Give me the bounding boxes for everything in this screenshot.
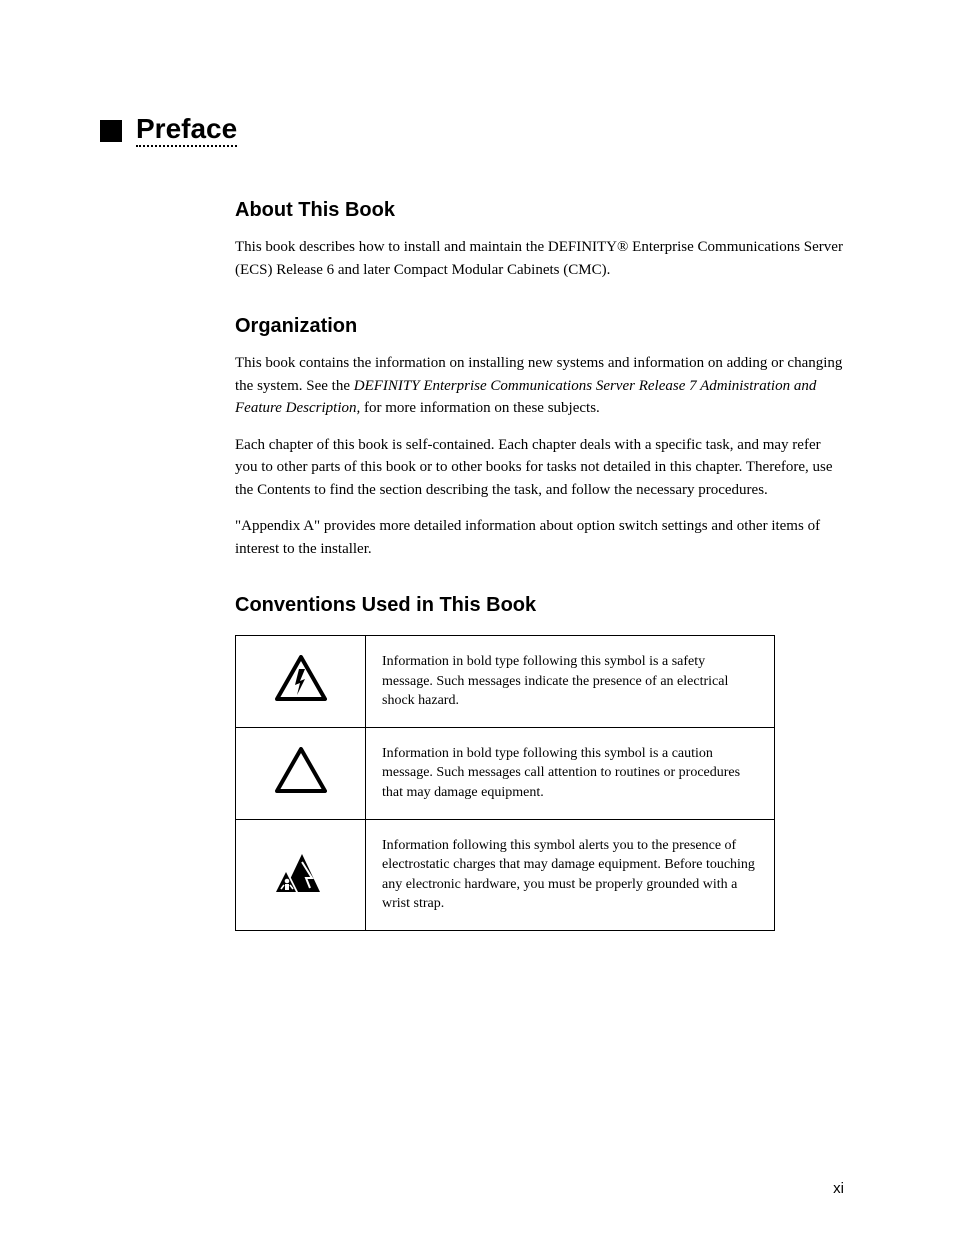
caution-triangle-icon (275, 747, 327, 800)
icon-cell-caution (236, 727, 366, 819)
about-paragraph: This book describes how to install and m… (235, 236, 844, 281)
org-paragraph-2: Each chapter of this book is self-contai… (235, 434, 844, 502)
conventions-table: Information in bold type following this … (235, 635, 775, 931)
org-p1-post: for more information on these subjects. (364, 400, 600, 416)
table-row: Information following this symbol alerts… (236, 819, 775, 930)
org-p2-link: Contents (257, 482, 310, 498)
table-row: Information in bold type following this … (236, 636, 775, 728)
heading-organization: Organization (235, 315, 844, 338)
org-paragraph-1: This book contains the information on in… (235, 352, 844, 420)
about-body: This book describes how to install and m… (235, 236, 844, 281)
page-number: xi (833, 1180, 844, 1197)
header-bullet-square (100, 120, 122, 142)
heading-about: About This Book (235, 199, 844, 222)
section-conventions: Conventions Used in This Book Informatio… (235, 594, 844, 931)
text-cell-caution: Information in bold type following this … (366, 727, 775, 819)
electrical-shock-icon (275, 655, 327, 708)
esd-icon (272, 848, 330, 901)
icon-cell-shock (236, 636, 366, 728)
table-row: Information in bold type following this … (236, 727, 775, 819)
page-title: Preface (136, 115, 237, 147)
organization-body: This book contains the information on in… (235, 352, 844, 560)
section-organization: Organization This book contains the info… (235, 315, 844, 560)
text-cell-shock: Information in bold type following this … (366, 636, 775, 728)
org-paragraph-3: "Appendix A" provides more detailed info… (235, 515, 844, 560)
text-cell-esd: Information following this symbol alerts… (366, 819, 775, 930)
icon-cell-esd (236, 819, 366, 930)
org-p2-post: to find the section describing the task,… (310, 482, 767, 498)
heading-conventions: Conventions Used in This Book (235, 594, 844, 617)
header-row: Preface (100, 115, 844, 147)
section-about: About This Book This book describes how … (235, 199, 844, 281)
